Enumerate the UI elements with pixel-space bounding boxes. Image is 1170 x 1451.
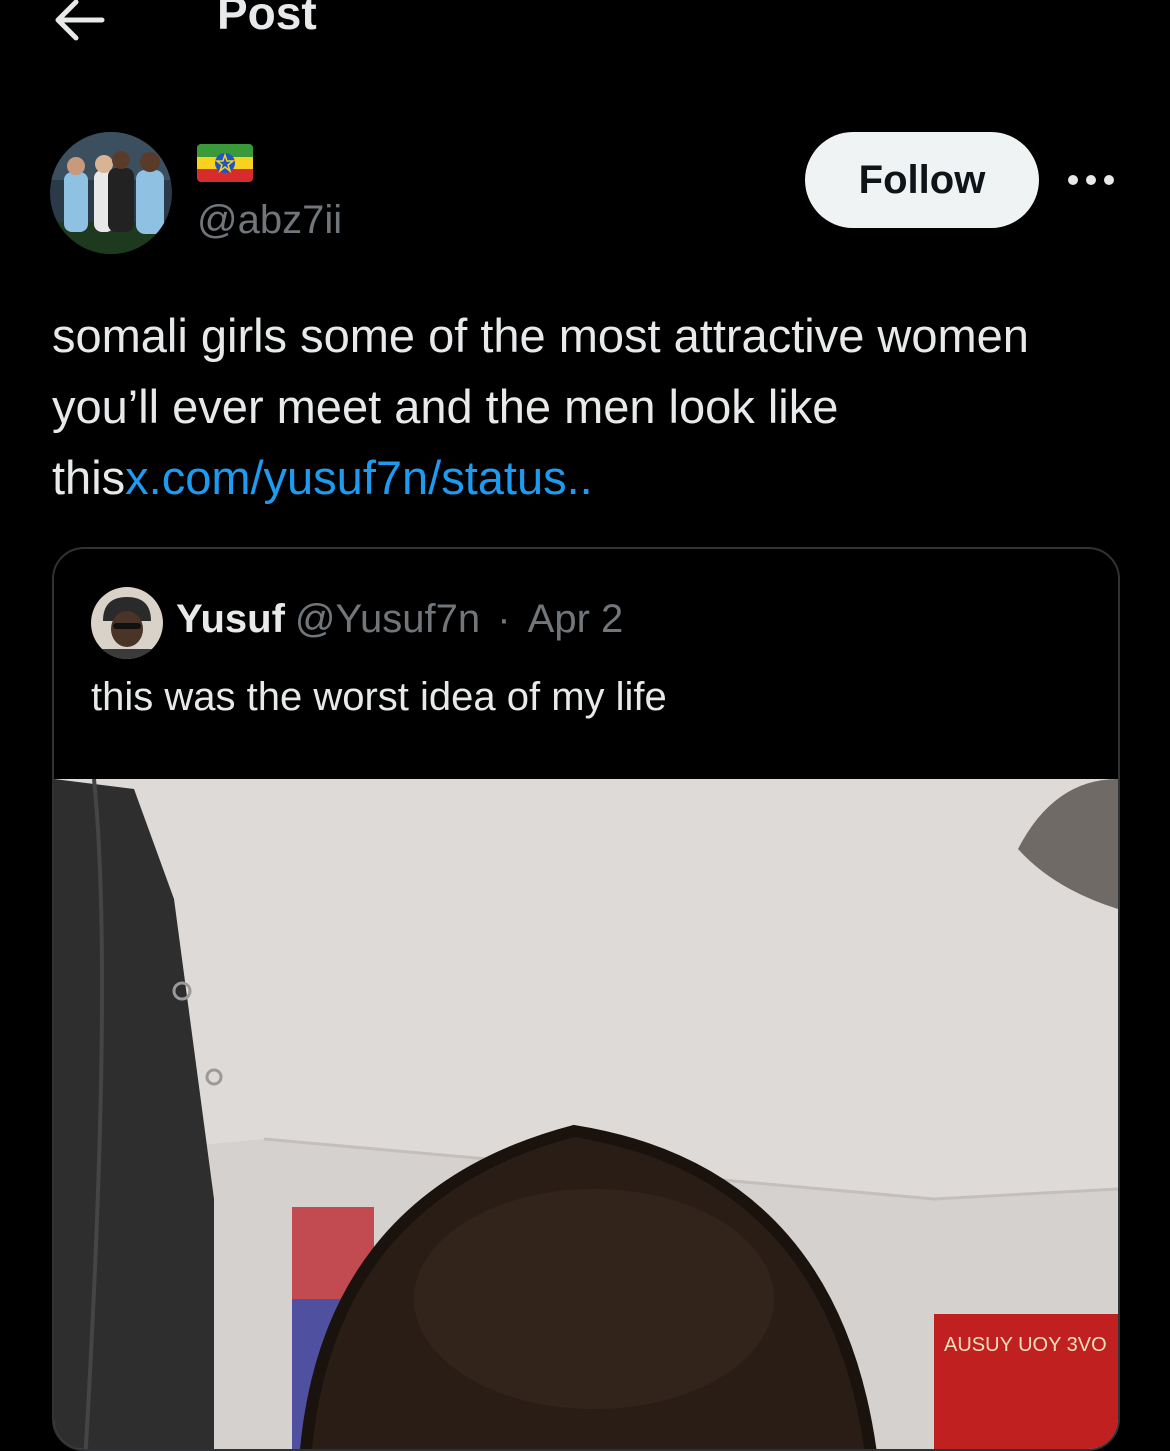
avatar[interactable] [50,132,172,254]
post-author: @abz7ii Follow [50,132,1130,257]
top-bar: Post [0,0,1170,60]
quoted-text: this was the worst idea of my life [91,675,667,719]
quoted-handle[interactable]: @Yusuf7n [295,597,480,641]
arrow-left-icon[interactable] [52,0,106,42]
ethiopia-flag-icon [197,144,253,182]
follow-button[interactable]: Follow [805,132,1039,228]
separator: · [497,597,511,641]
post-text: somali girls some of the most attractive… [52,300,1132,513]
author-handle[interactable]: @abz7ii [197,198,342,243]
more-horizontal-icon[interactable] [1066,168,1116,192]
post-link[interactable]: x.com/yusuf7n/status.. [125,451,593,504]
quoted-meta: Yusuf @Yusuf7n · Apr 2 [176,597,623,642]
quoted-date[interactable]: Apr 2 [528,597,624,641]
quoted-image[interactable]: AUSUY UOY 3VO [54,779,1118,1451]
quoted-name[interactable]: Yusuf [176,597,285,641]
quoted-avatar[interactable] [91,587,163,659]
sign-text: AUSUY UOY 3VO [944,1334,1107,1356]
page-title: Post [217,0,317,39]
quoted-post[interactable]: Yusuf @Yusuf7n · Apr 2 this was the worst… [52,547,1120,1451]
